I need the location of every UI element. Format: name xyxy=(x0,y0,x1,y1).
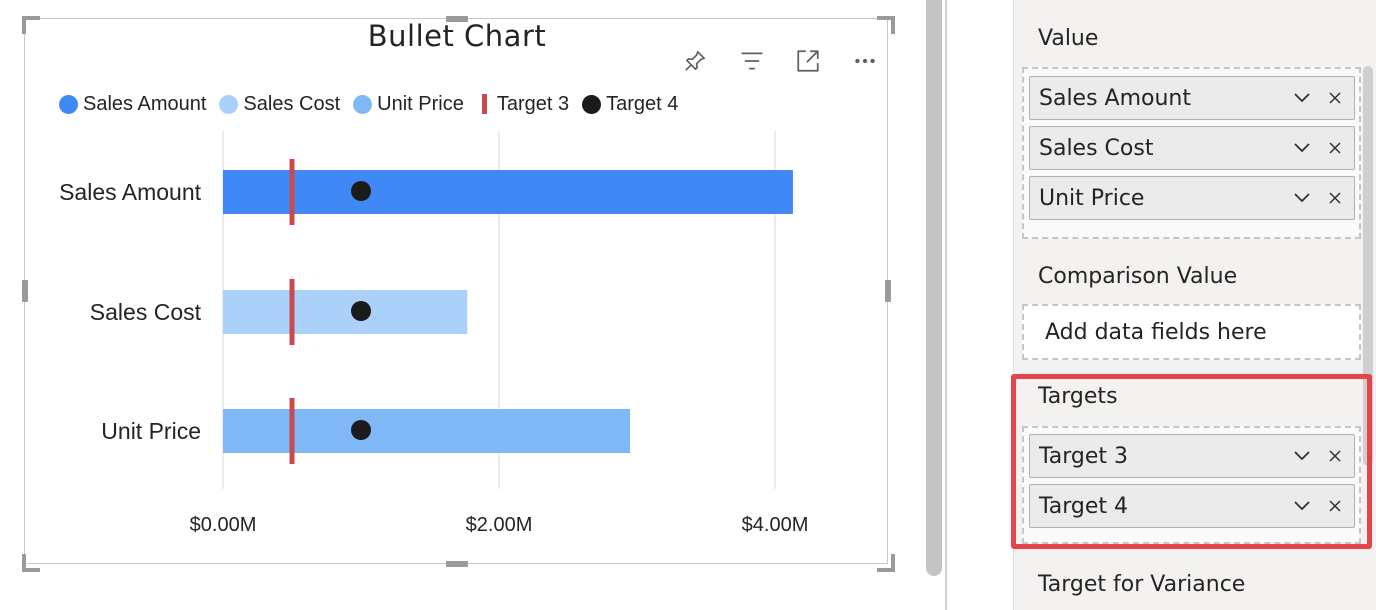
close-icon[interactable] xyxy=(1325,88,1345,108)
chevron-down-icon[interactable] xyxy=(1291,87,1313,109)
resize-handle-left[interactable] xyxy=(22,280,28,302)
field-label: Sales Cost xyxy=(1039,135,1154,161)
targets-highlight-box xyxy=(1011,374,1372,549)
close-icon[interactable] xyxy=(1325,138,1345,158)
target-4-marker xyxy=(351,420,371,440)
x-tick-label: $4.00M xyxy=(742,514,809,536)
target-3-marker xyxy=(289,279,295,345)
chevron-down-icon[interactable] xyxy=(1291,137,1313,159)
category-label: Sales Amount xyxy=(59,179,202,205)
resize-handle-top-right[interactable] xyxy=(877,16,895,34)
category-label: Sales Cost xyxy=(90,299,202,325)
drop-zone-placeholder: Add data fields here xyxy=(1045,319,1267,345)
pane-divider xyxy=(945,0,947,610)
value-field-sales-cost[interactable]: Sales Cost xyxy=(1029,126,1355,170)
value-bar xyxy=(223,290,468,334)
comparison-section-label: Comparison Value xyxy=(1038,264,1238,289)
field-label: Unit Price xyxy=(1039,185,1145,211)
resize-handle-top[interactable] xyxy=(446,16,468,22)
resize-handle-bottom-right[interactable] xyxy=(877,554,895,572)
value-field-unit-price[interactable]: Unit Price xyxy=(1029,176,1355,220)
category-label: Unit Price xyxy=(101,418,201,444)
chevron-down-icon[interactable] xyxy=(1291,187,1313,209)
resize-handle-top-left[interactable] xyxy=(22,16,40,34)
value-field-sales-amount[interactable]: Sales Amount xyxy=(1029,76,1355,120)
x-tick-label: $0.00M xyxy=(190,514,257,536)
resize-handle-bottom-left[interactable] xyxy=(22,554,40,572)
field-label: Sales Amount xyxy=(1039,85,1192,111)
resize-handle-bottom[interactable] xyxy=(446,561,468,567)
value-bar xyxy=(223,170,793,214)
target-3-marker xyxy=(289,159,295,225)
close-icon[interactable] xyxy=(1325,188,1345,208)
chart-plot-area: $0.00M $2.00M $4.00M Sales Amount Sales Cost… xyxy=(59,131,809,536)
target-4-marker xyxy=(351,181,371,201)
variance-section-label: Target for Variance xyxy=(1038,572,1246,597)
target-3-marker xyxy=(289,398,295,464)
target-4-marker xyxy=(351,301,371,321)
canvas-scrollbar[interactable] xyxy=(926,0,942,576)
value-bar xyxy=(223,409,631,453)
resize-handle-right[interactable] xyxy=(885,280,891,302)
x-tick-label: $2.00M xyxy=(466,514,533,536)
value-section-label: Value xyxy=(1038,26,1099,51)
bullet-chart-visual[interactable]: Bullet Chart Sales Amount Sales Cost Unit … xyxy=(24,18,888,564)
comparison-drop-zone[interactable]: Add data fields here xyxy=(1022,304,1361,360)
